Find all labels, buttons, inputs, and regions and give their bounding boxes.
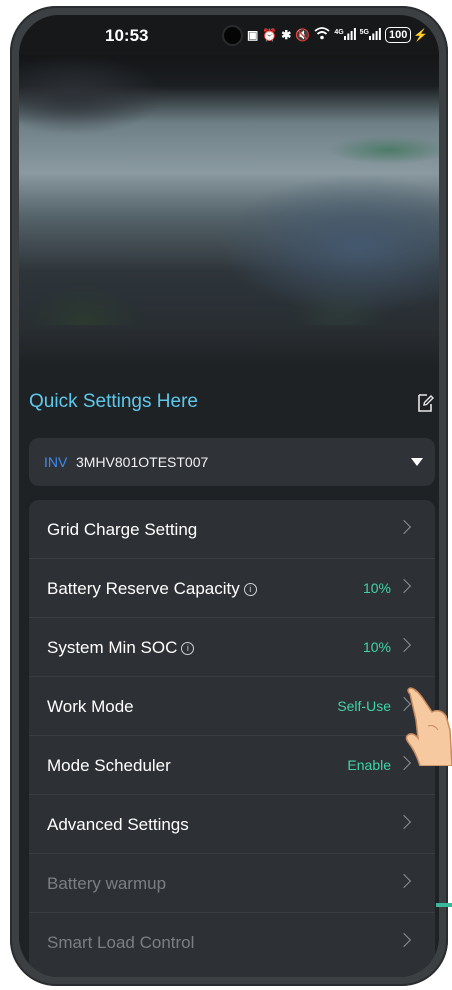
setting-value: Enable (347, 757, 391, 773)
chevron-right-icon (396, 873, 412, 889)
setting-label: Grid Charge Setting (47, 520, 198, 539)
bluetooth-icon: ✱ (281, 28, 292, 42)
status-bar: 10:53 ▣ ⏰ ✱ 🔇 4G 5G 100 ⚡ (19, 15, 439, 55)
edit-icon[interactable] (415, 393, 435, 413)
setting-label: Work Mode (47, 697, 134, 716)
info-icon[interactable]: i (181, 642, 195, 655)
chevron-right-icon (396, 637, 412, 653)
inverter-tag: INV (44, 454, 68, 470)
wifi-icon (314, 27, 330, 43)
setting-value: 10% (362, 580, 391, 596)
info-icon[interactable]: i (243, 583, 257, 596)
setting-row-battery-warmup[interactable]: Battery warmup (29, 854, 435, 913)
inverter-serial: 3MHV801OTEST007 (76, 454, 209, 470)
quick-settings-title: Quick Settings Here (29, 391, 198, 412)
blurred-background (19, 55, 439, 365)
setting-label: Advanced Settings (47, 815, 189, 834)
setting-row-grid-charge[interactable]: Grid Charge Setting (29, 500, 435, 559)
setting-label: Mode Scheduler (47, 756, 171, 775)
setting-value: 10% (362, 639, 391, 655)
setting-row-mode-scheduler[interactable]: Mode Scheduler Enable (29, 736, 435, 795)
setting-label: Smart Load Control (47, 933, 195, 952)
status-time: 10:53 (105, 26, 149, 45)
setting-label: Battery warmup (47, 874, 167, 893)
battery-indicator: 100 (385, 27, 412, 43)
setting-row-smart-load-control[interactable]: Smart Load Control (29, 913, 435, 971)
setting-value: Self-Use (337, 698, 391, 714)
pointing-hand-icon (405, 687, 452, 766)
setting-row-system-min-soc[interactable]: System Min SOC i 10% (29, 618, 435, 677)
network-4g-label: 4G (334, 28, 344, 36)
screen: 10:53 ▣ ⏰ ✱ 🔇 4G 5G 100 ⚡ Quick Settings… (19, 15, 439, 977)
chevron-right-icon (396, 578, 412, 594)
dropdown-caret-icon (411, 458, 423, 466)
mute-icon: 🔇 (295, 28, 311, 42)
chevron-right-icon (396, 519, 412, 535)
inverter-selector[interactable]: INV 3MHV801OTEST007 (29, 438, 435, 486)
signal-5g-icon: 5G (359, 27, 381, 43)
chevron-right-icon (396, 932, 412, 948)
setting-row-battery-reserve[interactable]: Battery Reserve Capacity i 10% (29, 559, 435, 618)
status-icons: ▣ ⏰ ✱ 🔇 4G 5G 100 ⚡ (247, 25, 428, 45)
chevron-right-icon (396, 814, 412, 830)
teal-marker (436, 903, 452, 907)
alarm-icon: ⏰ (262, 28, 278, 42)
settings-card: Grid Charge Setting Battery Reserve Capa… (29, 500, 435, 977)
quick-settings-sheet: Quick Settings Here INV 3MHV801OTEST007 … (19, 365, 439, 977)
network-5g-label: 5G (359, 28, 369, 36)
nfc-icon: ▣ (247, 28, 259, 42)
front-camera (224, 27, 241, 44)
setting-row-advanced-settings[interactable]: Advanced Settings (29, 795, 435, 854)
setting-label-text: System Min SOC (47, 638, 178, 657)
setting-label-text: Battery Reserve Capacity (47, 579, 240, 598)
blurred-background-strip (19, 325, 439, 365)
charging-icon: ⚡ (413, 28, 429, 42)
phone-frame: 10:53 ▣ ⏰ ✱ 🔇 4G 5G 100 ⚡ Quick Settings… (10, 6, 448, 986)
setting-row-work-mode[interactable]: Work Mode Self-Use (29, 677, 435, 736)
setting-label: Battery Reserve Capacity i (47, 579, 257, 599)
setting-label: System Min SOC i (47, 638, 195, 658)
signal-4g-icon: 4G (334, 27, 356, 43)
